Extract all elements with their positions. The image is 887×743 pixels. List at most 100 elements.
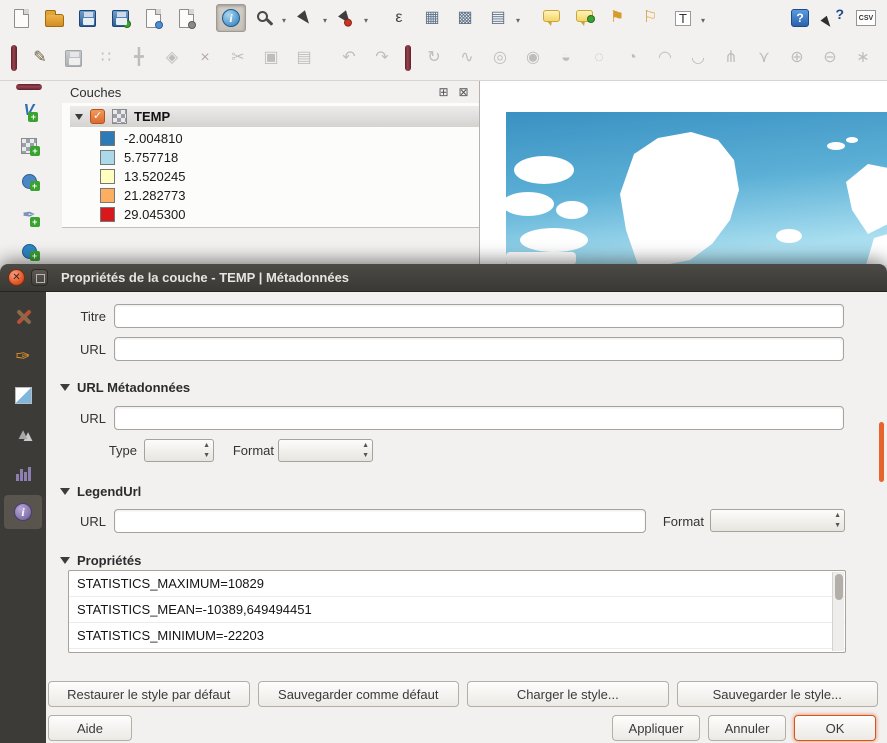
add-raster-layer-button[interactable]: + — [14, 132, 44, 160]
plus-badge-icon: + — [28, 112, 38, 122]
toolbar-digitizing: ✎∷╋◈×✂▣▤↶↷↻∿◎◉◒◌◔◠◡⋔⋎⊕⊖∗ — [0, 36, 887, 81]
dialog-titlebar[interactable]: Propriétés de la couche - TEMP | Métadon… — [0, 264, 887, 292]
tab-pyramids[interactable]: ▲ — [4, 417, 42, 451]
toolbar-handle[interactable] — [11, 45, 17, 71]
add-vector-layer-button[interactable]: V+ — [14, 97, 44, 125]
tab-general[interactable] — [4, 300, 42, 334]
open-attribute-table-button[interactable]: ▦ — [417, 4, 447, 32]
new-project-button[interactable] — [6, 4, 36, 32]
toolbar-file-attributes: i ε ▦▩▤ ⚑⚐ T?? CSV — [0, 0, 887, 36]
title-input[interactable] — [114, 304, 844, 328]
tab-transparency[interactable] — [4, 378, 42, 412]
metadata-format-combo[interactable] — [278, 439, 373, 462]
add-feature-button: ∷ — [91, 44, 121, 72]
section-url-metadata[interactable]: URL Métadonnées — [60, 380, 190, 395]
add-delimited-text-layer-button[interactable]: CSV — [851, 4, 881, 32]
legend-url-input[interactable] — [114, 509, 646, 533]
layer-row-temp[interactable]: TEMP — [70, 106, 479, 127]
save-style-button[interactable]: Sauvegarder le style... — [677, 681, 879, 707]
text-annotation-icon: T — [675, 11, 691, 26]
show-bookmarks-button[interactable]: ⚐ — [635, 4, 665, 32]
delete-part-button: ◔ — [617, 44, 647, 72]
load-style-button[interactable]: Charger le style... — [467, 681, 669, 707]
add-spatialite-layer-button[interactable]: ✒+ — [14, 202, 44, 230]
open-project-button[interactable] — [39, 4, 69, 32]
help-button[interactable]: Aide — [48, 715, 132, 741]
add-wms-layer-icon: + — [22, 244, 37, 259]
restore-default-style-button[interactable]: Restaurer le style par défaut — [48, 681, 250, 707]
properties-listbox[interactable]: STATISTICS_MAXIMUM=10829STATISTICS_MEAN=… — [68, 570, 846, 653]
map-tips-button[interactable] — [536, 4, 566, 32]
property-row[interactable]: STATISTICS_MINIMUM=-22203 — [69, 623, 845, 649]
identify-features-button[interactable]: i — [216, 4, 246, 32]
whats-this-button[interactable]: ? — [818, 4, 848, 32]
composer-manager-button[interactable] — [171, 4, 201, 32]
save-as-default-style-button[interactable]: Sauvegarder comme défaut — [258, 681, 460, 707]
dialog-title: Propriétés de la couche - TEMP | Métadon… — [61, 270, 349, 285]
unmaximize-window-button[interactable] — [31, 269, 48, 286]
metadata-url-input[interactable] — [114, 406, 844, 430]
new-print-composer-button[interactable] — [138, 4, 168, 32]
new-bookmark-button[interactable]: ⚑ — [602, 4, 632, 32]
zoom-tool-button[interactable] — [249, 4, 279, 32]
add-wms-layer-button[interactable]: + — [14, 237, 44, 265]
tab-metadata[interactable]: i — [4, 495, 42, 529]
section-legend-url[interactable]: LegendUrl — [60, 484, 141, 499]
close-panel-button[interactable] — [456, 85, 471, 100]
map-canvas[interactable] — [479, 81, 887, 265]
identify-features-icon: i — [222, 9, 240, 27]
apply-button[interactable]: Appliquer — [612, 715, 700, 741]
property-row[interactable]: STATISTICS_MEAN=-10389,649494451 — [69, 597, 845, 623]
metadata-type-combo[interactable] — [144, 439, 214, 462]
layer-visibility-checkbox[interactable] — [90, 109, 105, 124]
legend-swatch — [100, 207, 115, 222]
listbox-scrollbar[interactable] — [832, 572, 844, 651]
ok-button[interactable]: OK — [794, 715, 876, 741]
tab-style[interactable]: ✑ — [4, 339, 42, 373]
legend-format-label: Format — [652, 514, 704, 529]
section-url-metadata-label: URL Métadonnées — [77, 380, 190, 395]
raster-calculator-button[interactable]: ▩ — [450, 4, 480, 32]
deselect-features-icon — [338, 10, 354, 26]
property-row[interactable]: STATISTICS_MAXIMUM=10829 — [69, 571, 845, 597]
deselect-features-button[interactable] — [331, 4, 361, 32]
move-feature-icon: ╋ — [134, 50, 144, 66]
float-panel-button[interactable] — [436, 85, 451, 100]
select-by-expression-button[interactable]: ε — [384, 4, 414, 32]
cancel-button[interactable]: Annuler — [708, 715, 786, 741]
help-contents-icon: ? — [791, 9, 809, 27]
split-features-icon: ⋔ — [724, 50, 737, 66]
tab-histogram[interactable] — [4, 456, 42, 490]
select-features-button[interactable] — [290, 4, 320, 32]
legend-format-combo[interactable] — [710, 509, 845, 532]
save-project-button[interactable] — [72, 4, 102, 32]
histogram-bar-icon — [28, 467, 31, 481]
transparency-icon — [15, 387, 32, 404]
add-ring-icon: ◎ — [493, 50, 507, 66]
dialog-scrollbar-thumb[interactable] — [879, 422, 884, 482]
new-annotation-icon — [576, 10, 593, 22]
layer-properties-dialog: Propriétés de la couche - TEMP | Métadon… — [0, 264, 887, 743]
section-properties[interactable]: Propriétés — [60, 553, 141, 568]
add-delimited-text-layer-icon: CSV — [856, 10, 876, 26]
add-postgis-layer-button[interactable]: + — [14, 167, 44, 195]
toggle-editing-button[interactable]: ✎ — [25, 44, 55, 72]
toolbar-handle[interactable] — [405, 45, 411, 71]
add-raster-layer-icon: + — [21, 138, 37, 154]
statistical-summary-button[interactable]: ▤ — [483, 4, 513, 32]
redo-button: ↷ — [367, 44, 397, 72]
split-features-button: ⋔ — [716, 44, 746, 72]
toolbar-handle[interactable] — [16, 84, 42, 90]
close-window-button[interactable] — [8, 269, 25, 286]
select-by-expression-icon: ε — [395, 10, 402, 26]
save-project-as-button[interactable] — [105, 4, 135, 32]
expand-arrow-icon[interactable] — [75, 114, 83, 120]
listbox-scrollbar-thumb[interactable] — [835, 574, 843, 600]
move-feature-button: ╋ — [124, 44, 154, 72]
url-input[interactable] — [114, 337, 844, 361]
new-annotation-button[interactable] — [569, 4, 599, 32]
new-project-icon — [14, 9, 29, 28]
add-part-button: ◉ — [518, 44, 548, 72]
help-contents-button[interactable]: ? — [785, 4, 815, 32]
text-annotation-button[interactable]: T — [668, 4, 698, 32]
